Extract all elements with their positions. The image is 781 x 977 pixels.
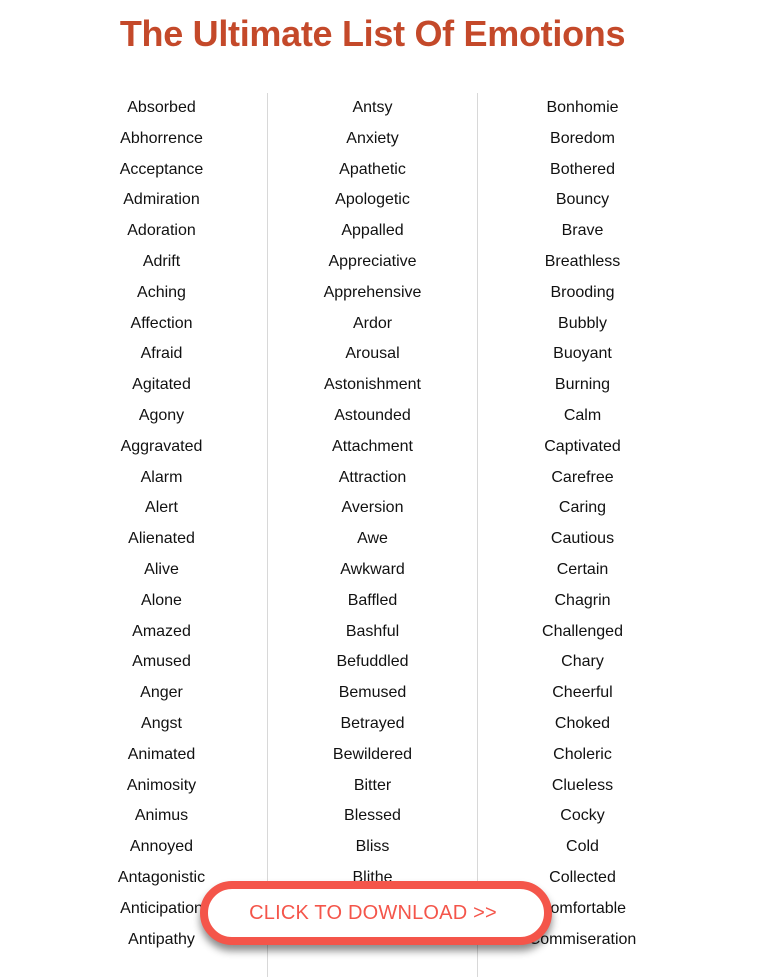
emotion-word: Acceptance [119, 160, 204, 178]
emotion-word: Adrift [142, 252, 181, 270]
emotion-word: Chagrin [554, 591, 611, 609]
emotion-word: Afraid [140, 345, 183, 363]
emotion-word: Bonhomie [546, 99, 619, 116]
emotions-column-1: Absorbed Abhorrence Acceptance Admiration Ad… [57, 93, 266, 977]
emotion-word: Alarm [140, 468, 183, 486]
emotion-word: Amazed [132, 622, 191, 640]
emotion-word: Alert [145, 499, 178, 517]
emotion-word: Baffled [347, 591, 398, 609]
emotion-word: Anger [140, 684, 183, 702]
emotion-word: Buoyant [553, 345, 612, 363]
emotion-word: Boredom [550, 129, 615, 147]
emotion-word: Astounded [334, 406, 411, 424]
emotion-word: Agony [138, 406, 185, 424]
emotion-word: Carefree [551, 468, 614, 486]
emotion-word: Agitated [132, 376, 191, 394]
emotion-word: Apprehensive [323, 283, 422, 301]
emotion-word: Bitter [353, 776, 392, 794]
emotion-word: Captivated [544, 437, 621, 455]
emotion-word: Amused [132, 653, 191, 671]
emotion-word: Challenged [542, 622, 623, 640]
emotion-word: Bubbly [558, 314, 607, 332]
emotion-word: Bouncy [555, 191, 610, 209]
emotion-word: Astonishment [324, 376, 421, 394]
emotion-word: Bemused [338, 684, 407, 702]
emotion-word: Animosity [126, 776, 197, 794]
emotions-list: Absorbed Abhorrence Acceptance Admiration Ad… [57, 93, 686, 977]
emotion-word: Aggravated [120, 437, 203, 455]
emotion-word: Burning [554, 376, 611, 394]
emotion-word: Cheerful [552, 684, 613, 702]
emotion-word: Angst [141, 714, 182, 732]
emotion-word: Apologetic [335, 191, 410, 209]
emotion-word: Aversion [341, 499, 404, 517]
emotion-word: Brooding [550, 283, 615, 301]
emotion-word: Anxiety [346, 129, 399, 147]
emotion-word: Adoration [127, 222, 196, 240]
emotion-word: Arousal [345, 345, 400, 363]
emotion-word: Cocky [560, 807, 605, 825]
emotion-word: Chary [561, 653, 604, 671]
emotion-word: Attraction [338, 468, 407, 486]
emotion-word: Calm [563, 406, 602, 424]
emotion-word: Appalled [341, 222, 404, 240]
emotion-word: Attachment [332, 437, 413, 455]
emotion-word: Blessed [344, 807, 401, 825]
emotion-word: Clueless [551, 776, 614, 794]
emotion-word: Ardor [352, 314, 393, 332]
emotion-word: Absorbed [127, 99, 196, 116]
emotion-word: Choleric [553, 745, 612, 763]
emotion-word: Choked [554, 714, 611, 732]
emotion-word: Breathless [544, 252, 621, 270]
word-list: Absorbed Abhorrence Acceptance Admiration Ad… [57, 97, 266, 959]
emotion-word: Cautious [550, 530, 615, 548]
emotion-word: Bliss [355, 838, 390, 856]
emotion-word: Annoyed [129, 838, 194, 856]
emotion-word: Betrayed [340, 714, 405, 732]
emotion-word: Antsy [352, 99, 393, 116]
emotion-word: Bashful [345, 622, 400, 640]
word-list: Bonhomie Boredom Bothered Bouncy Brave Breath… [478, 97, 687, 959]
emotion-word: Brave [561, 222, 604, 240]
emotion-word: Alone [141, 591, 182, 609]
emotion-word: Appreciative [328, 252, 417, 270]
emotion-word: Animated [127, 745, 196, 763]
emotion-word: Abhorrence [120, 129, 203, 147]
emotion-word: Certain [556, 560, 609, 578]
emotion-word: Affection [130, 314, 193, 332]
emotion-word: Bewildered [332, 745, 413, 763]
emotion-word: Apathetic [339, 160, 406, 178]
emotion-word: Alive [144, 560, 179, 578]
download-button[interactable]: CLICK TO DOWNLOAD >> [200, 881, 552, 945]
page-title: The Ultimate List Of Emotions [119, 13, 626, 54]
emotion-word: Alienated [128, 530, 195, 548]
emotion-word: Admiration [123, 191, 200, 209]
emotion-word: Awe [357, 530, 388, 548]
emotion-word: Caring [558, 499, 607, 517]
emotions-column-2: Antsy Anxiety Apathetic Apologetic Appalled A… [267, 93, 477, 977]
emotion-word: Aching [137, 283, 186, 301]
emotion-word: Cold [566, 838, 599, 856]
emotion-word: Bothered [550, 160, 615, 178]
word-list: Antsy Anxiety Apathetic Apologetic Appalled A… [268, 97, 477, 898]
download-button-label: CLICK TO DOWNLOAD >> [249, 901, 497, 924]
emotions-column-3: Bonhomie Boredom Bothered Bouncy Brave Breath… [477, 93, 687, 977]
emotion-word: Animus [134, 807, 189, 825]
emotion-word: Befuddled [336, 653, 409, 671]
emotion-word: Awkward [340, 560, 405, 578]
